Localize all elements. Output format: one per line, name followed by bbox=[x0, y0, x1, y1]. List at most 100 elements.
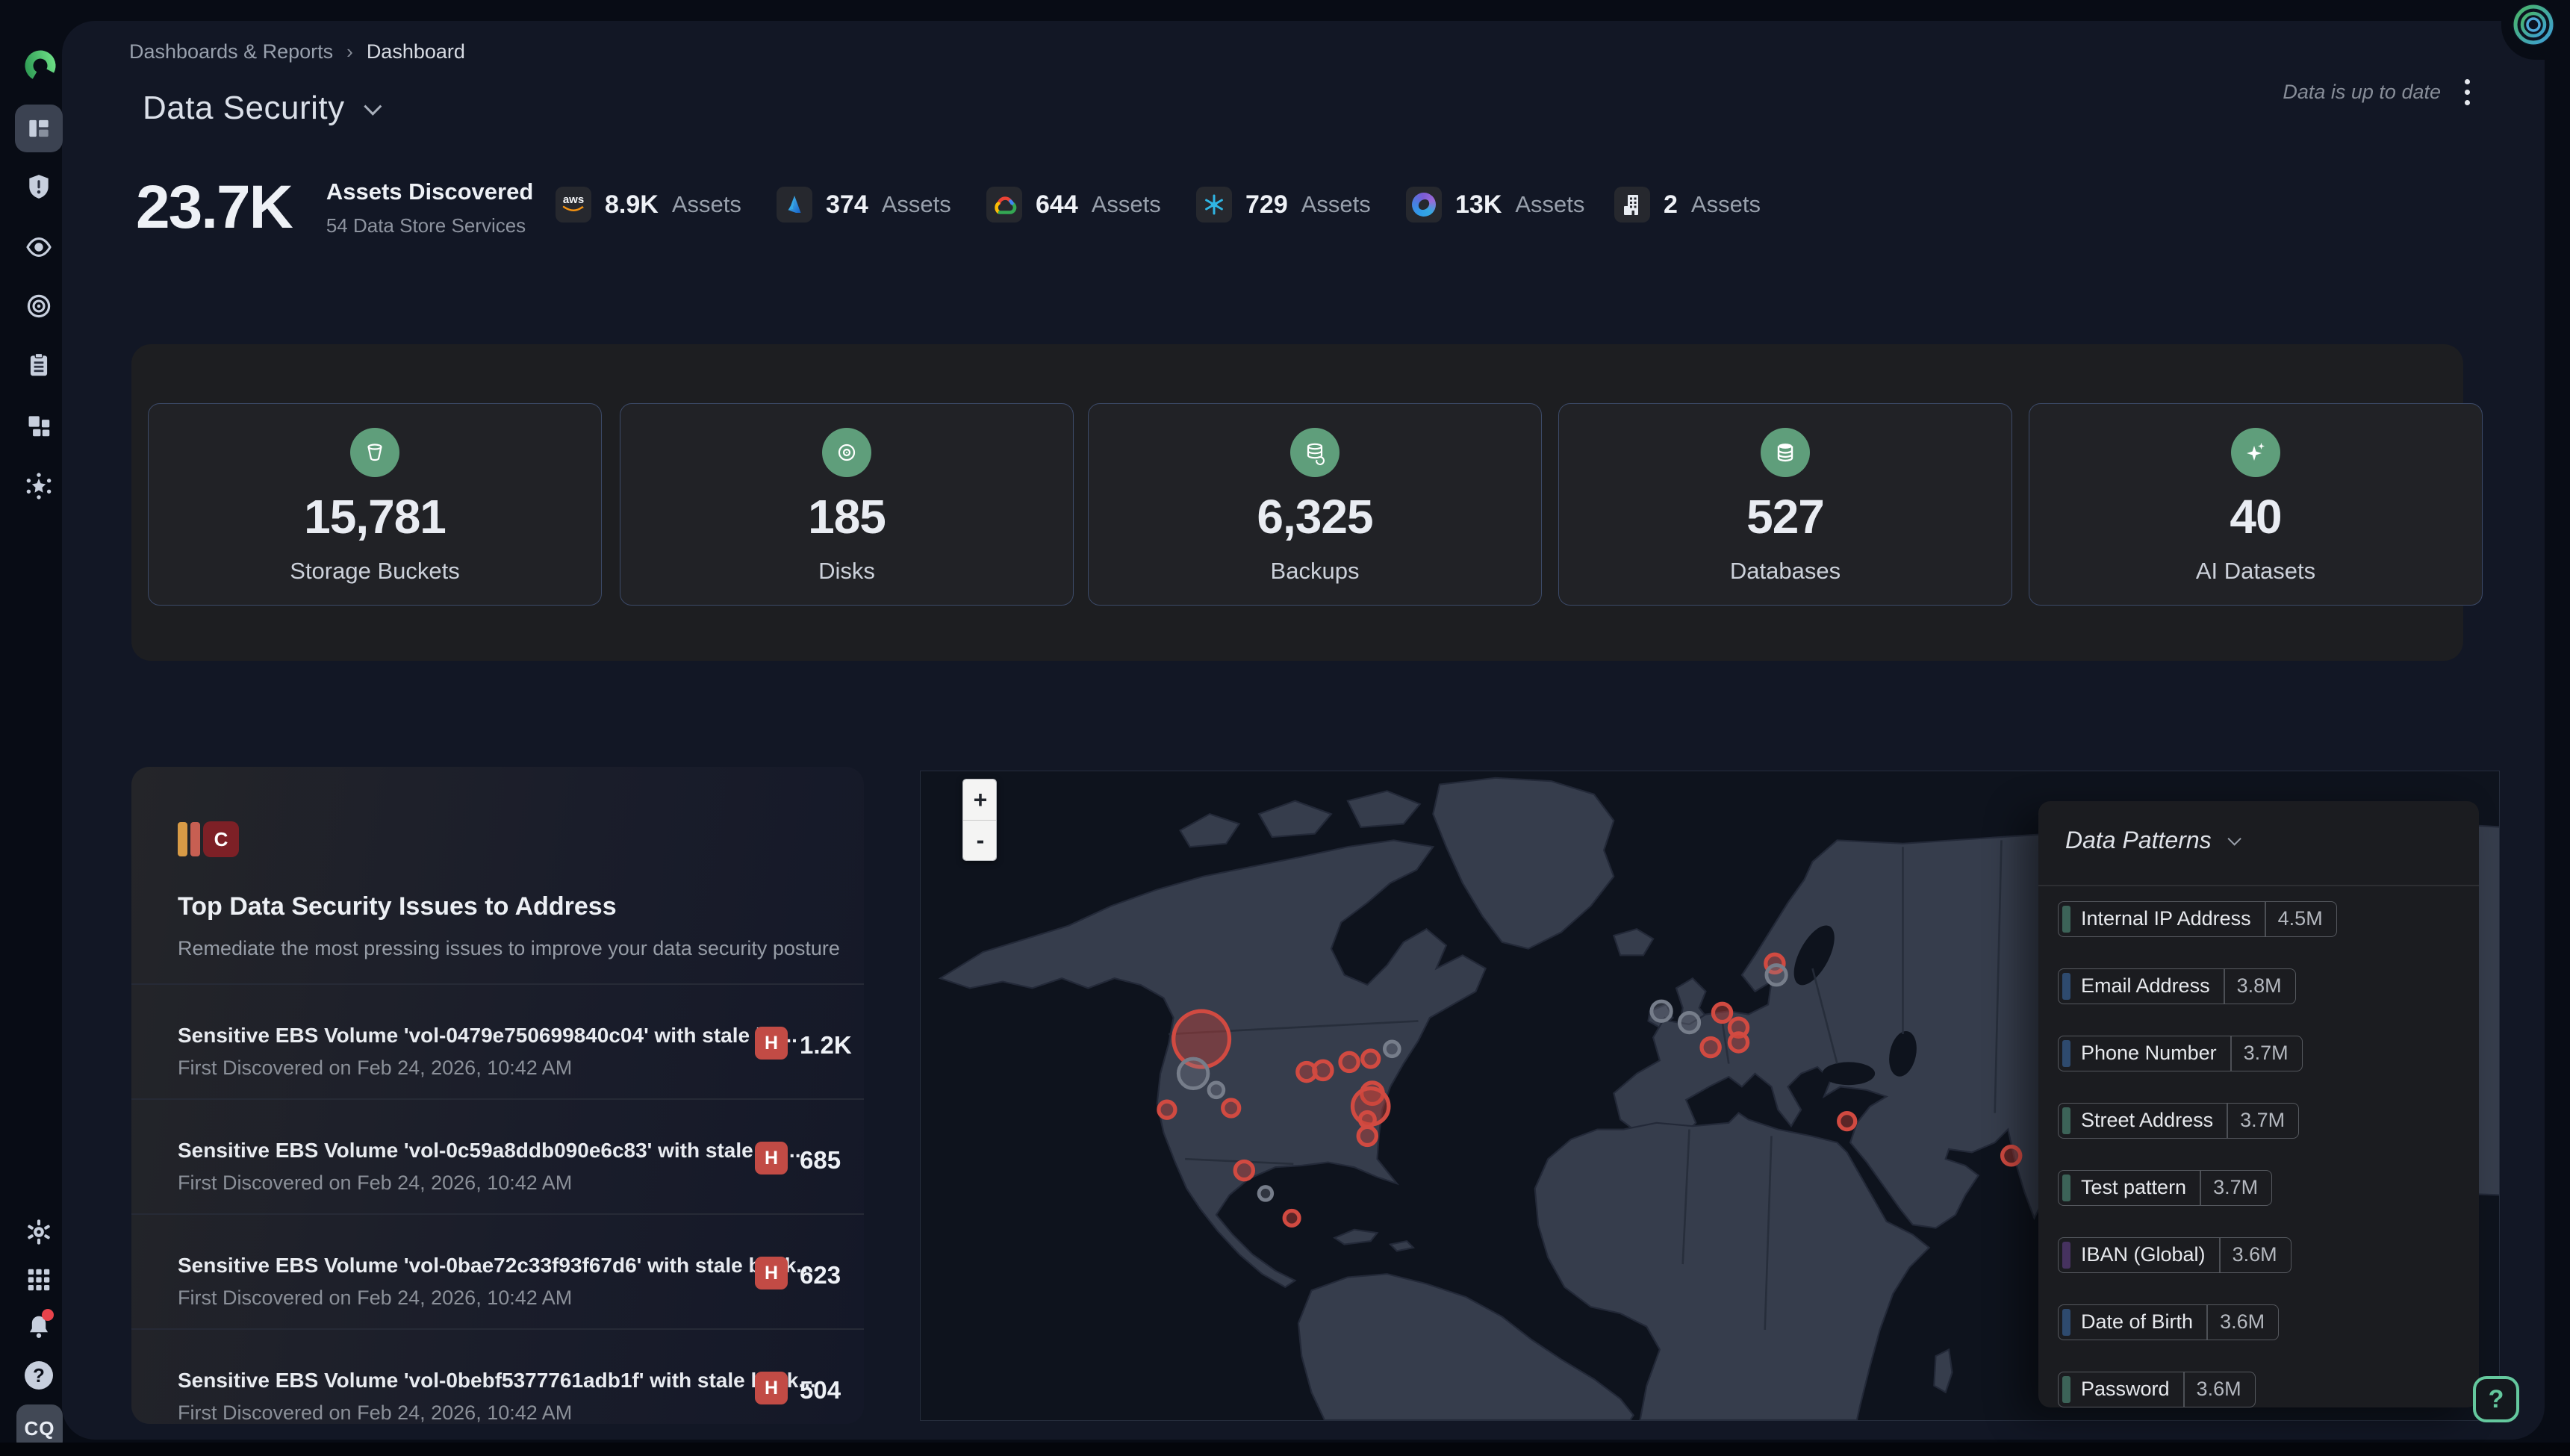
pattern-chip-password[interactable]: Password 3.6M bbox=[2058, 1372, 2256, 1407]
stat-value: 185 bbox=[620, 489, 1073, 544]
sidebar-item-visibility[interactable] bbox=[15, 223, 63, 271]
sidebar-item-inventory[interactable] bbox=[15, 402, 63, 449]
map-bubble[interactable] bbox=[1384, 1042, 1399, 1057]
stat-card-storage-buckets[interactable]: 15,781 Storage Buckets bbox=[148, 403, 602, 606]
help-button[interactable]: ? bbox=[2473, 1376, 2519, 1422]
asset-type-stats: 15,781 Storage Buckets 185 Disks 6,325 B… bbox=[131, 344, 2463, 661]
map-bubble[interactable] bbox=[1178, 1059, 1208, 1089]
map-bubble[interactable] bbox=[1259, 1187, 1272, 1201]
pattern-chip-email[interactable]: Email Address 3.8M bbox=[2058, 968, 2296, 1004]
sidebar-item-notifications[interactable] bbox=[15, 1303, 63, 1351]
sidebar-item-help[interactable]: ? bbox=[15, 1351, 63, 1399]
issue-row[interactable]: Sensitive EBS Volume 'vol-0c59a8ddb090e6… bbox=[131, 1098, 864, 1213]
issue-title: Sensitive EBS Volume 'vol-0bebf5377761ad… bbox=[178, 1369, 816, 1393]
pattern-chip-iban[interactable]: IBAN (Global) 3.6M bbox=[2058, 1237, 2291, 1273]
pattern-color-bar bbox=[2062, 1040, 2070, 1067]
brand-rings-icon[interactable] bbox=[2510, 1, 2557, 48]
sidebar-item-apps[interactable] bbox=[15, 1256, 63, 1304]
kebab-menu-icon[interactable] bbox=[2462, 76, 2473, 108]
map-bubble[interactable] bbox=[2003, 1147, 2020, 1165]
map-bubble[interactable] bbox=[1363, 1051, 1379, 1067]
azure-icon bbox=[777, 187, 812, 223]
pattern-label: Test pattern bbox=[2070, 1171, 2200, 1205]
map-bubble[interactable] bbox=[1174, 1011, 1230, 1067]
pattern-chip-internal-ip[interactable]: Internal IP Address 4.5M bbox=[2058, 901, 2337, 937]
stat-label: AI Datasets bbox=[2029, 558, 2482, 585]
blocks-icon bbox=[25, 411, 53, 440]
pattern-label: IBAN (Global) bbox=[2070, 1238, 2219, 1272]
pattern-chip-phone[interactable]: Phone Number 3.7M bbox=[2058, 1036, 2303, 1071]
zoom-out-button[interactable]: - bbox=[963, 820, 997, 860]
sidebar-item-dashboards[interactable] bbox=[15, 105, 63, 152]
provider-microsoft[interactable]: 13K Assets bbox=[1406, 187, 1584, 223]
breadcrumb-separator-icon: › bbox=[346, 40, 353, 63]
zoom-in-button[interactable]: + bbox=[963, 780, 997, 820]
map-bubble[interactable] bbox=[1652, 1001, 1671, 1021]
sidebar-item-targets[interactable] bbox=[15, 282, 63, 330]
severity-badge: H bbox=[755, 1027, 788, 1060]
issue-row[interactable]: Sensitive EBS Volume 'vol-0bebf5377761ad… bbox=[131, 1328, 864, 1424]
pattern-label: Password bbox=[2070, 1372, 2183, 1407]
provider-google-cloud[interactable]: 644 Assets bbox=[986, 187, 1161, 223]
map-bubble[interactable] bbox=[1702, 1039, 1720, 1057]
sidebar-item-issues[interactable] bbox=[15, 163, 63, 211]
map-bubble[interactable] bbox=[1713, 1004, 1731, 1021]
provider-unit: Assets bbox=[1301, 191, 1371, 218]
stat-value: 6,325 bbox=[1089, 489, 1541, 544]
provider-unit: Assets bbox=[1092, 191, 1161, 218]
stat-card-databases[interactable]: 527 Databases bbox=[1558, 403, 2012, 606]
pattern-label: Phone Number bbox=[2070, 1036, 2230, 1071]
stat-card-backups[interactable]: 6,325 Backups bbox=[1088, 403, 1542, 606]
issue-row[interactable]: Sensitive EBS Volume 'vol-0479e750699840… bbox=[131, 983, 864, 1098]
question-icon: ? bbox=[25, 1361, 53, 1390]
pattern-value: 3.6M bbox=[2208, 1305, 2278, 1340]
issue-discovered: First Discovered on Feb 24, 2026, 10:42 … bbox=[178, 1057, 572, 1080]
bottom-strip bbox=[0, 1443, 2570, 1456]
app-logo-icon[interactable] bbox=[24, 49, 57, 82]
chevron-down-icon bbox=[364, 97, 382, 115]
divider bbox=[2038, 885, 2479, 886]
sidebar-item-settings[interactable] bbox=[15, 1208, 63, 1256]
sparkles-icon bbox=[2231, 428, 2280, 477]
provider-on-prem[interactable]: 2 Assets bbox=[1614, 187, 1761, 223]
map-bubble[interactable] bbox=[1235, 1162, 1253, 1180]
provider-count: 2 bbox=[1664, 190, 1678, 220]
breadcrumb-current[interactable]: Dashboard bbox=[367, 40, 465, 63]
dashboard-selector[interactable]: Data Security bbox=[143, 90, 377, 127]
pattern-chip-street-address[interactable]: Street Address 3.7M bbox=[2058, 1103, 2299, 1139]
provider-azure[interactable]: 374 Assets bbox=[777, 187, 951, 223]
sidebar-item-integrations[interactable] bbox=[15, 462, 63, 510]
stat-card-disks[interactable]: 185 Disks bbox=[620, 403, 1074, 606]
stat-card-ai-datasets[interactable]: 40 AI Datasets bbox=[2029, 403, 2483, 606]
google-cloud-icon bbox=[986, 187, 1022, 223]
aws-icon: aws bbox=[556, 187, 591, 223]
issues-category-icon: C bbox=[178, 821, 239, 858]
map-bubble[interactable] bbox=[1679, 1012, 1699, 1032]
provider-unit: Assets bbox=[882, 191, 951, 218]
pattern-chip-date-of-birth[interactable]: Date of Birth 3.6M bbox=[2058, 1304, 2279, 1340]
breadcrumb-section[interactable]: Dashboards & Reports bbox=[129, 40, 333, 63]
data-patterns-selector[interactable]: Data Patterns bbox=[2065, 827, 2238, 854]
eye-icon bbox=[25, 233, 53, 261]
map-bubble[interactable] bbox=[1209, 1083, 1224, 1098]
map-bubble[interactable] bbox=[1284, 1211, 1299, 1226]
provider-snowflake[interactable]: 729 Assets bbox=[1196, 187, 1371, 223]
provider-aws[interactable]: aws 8.9K Assets bbox=[556, 187, 741, 223]
pattern-label: Date of Birth bbox=[2070, 1305, 2206, 1340]
map-bubble[interactable] bbox=[1839, 1113, 1855, 1130]
map-bubble[interactable] bbox=[1159, 1101, 1175, 1118]
map-bubble[interactable] bbox=[1729, 1033, 1747, 1051]
gear-icon bbox=[25, 1218, 53, 1246]
sidebar-item-reports[interactable] bbox=[15, 341, 63, 389]
map-bubble[interactable] bbox=[1358, 1127, 1376, 1145]
map-bubble[interactable] bbox=[1314, 1061, 1332, 1079]
pattern-chip-test-pattern[interactable]: Test pattern 3.7M bbox=[2058, 1170, 2272, 1206]
pattern-color-bar bbox=[2062, 973, 2070, 1000]
map-bubble[interactable] bbox=[1340, 1053, 1358, 1071]
map-bubble[interactable] bbox=[1360, 1113, 1375, 1127]
map-bubble[interactable] bbox=[1767, 965, 1786, 985]
map-bubble[interactable] bbox=[1223, 1100, 1239, 1116]
issue-row[interactable]: Sensitive EBS Volume 'vol-0bae72c33f93f6… bbox=[131, 1213, 864, 1328]
stat-value: 527 bbox=[1559, 489, 2011, 544]
total-assets-label: Assets Discovered bbox=[326, 178, 550, 205]
